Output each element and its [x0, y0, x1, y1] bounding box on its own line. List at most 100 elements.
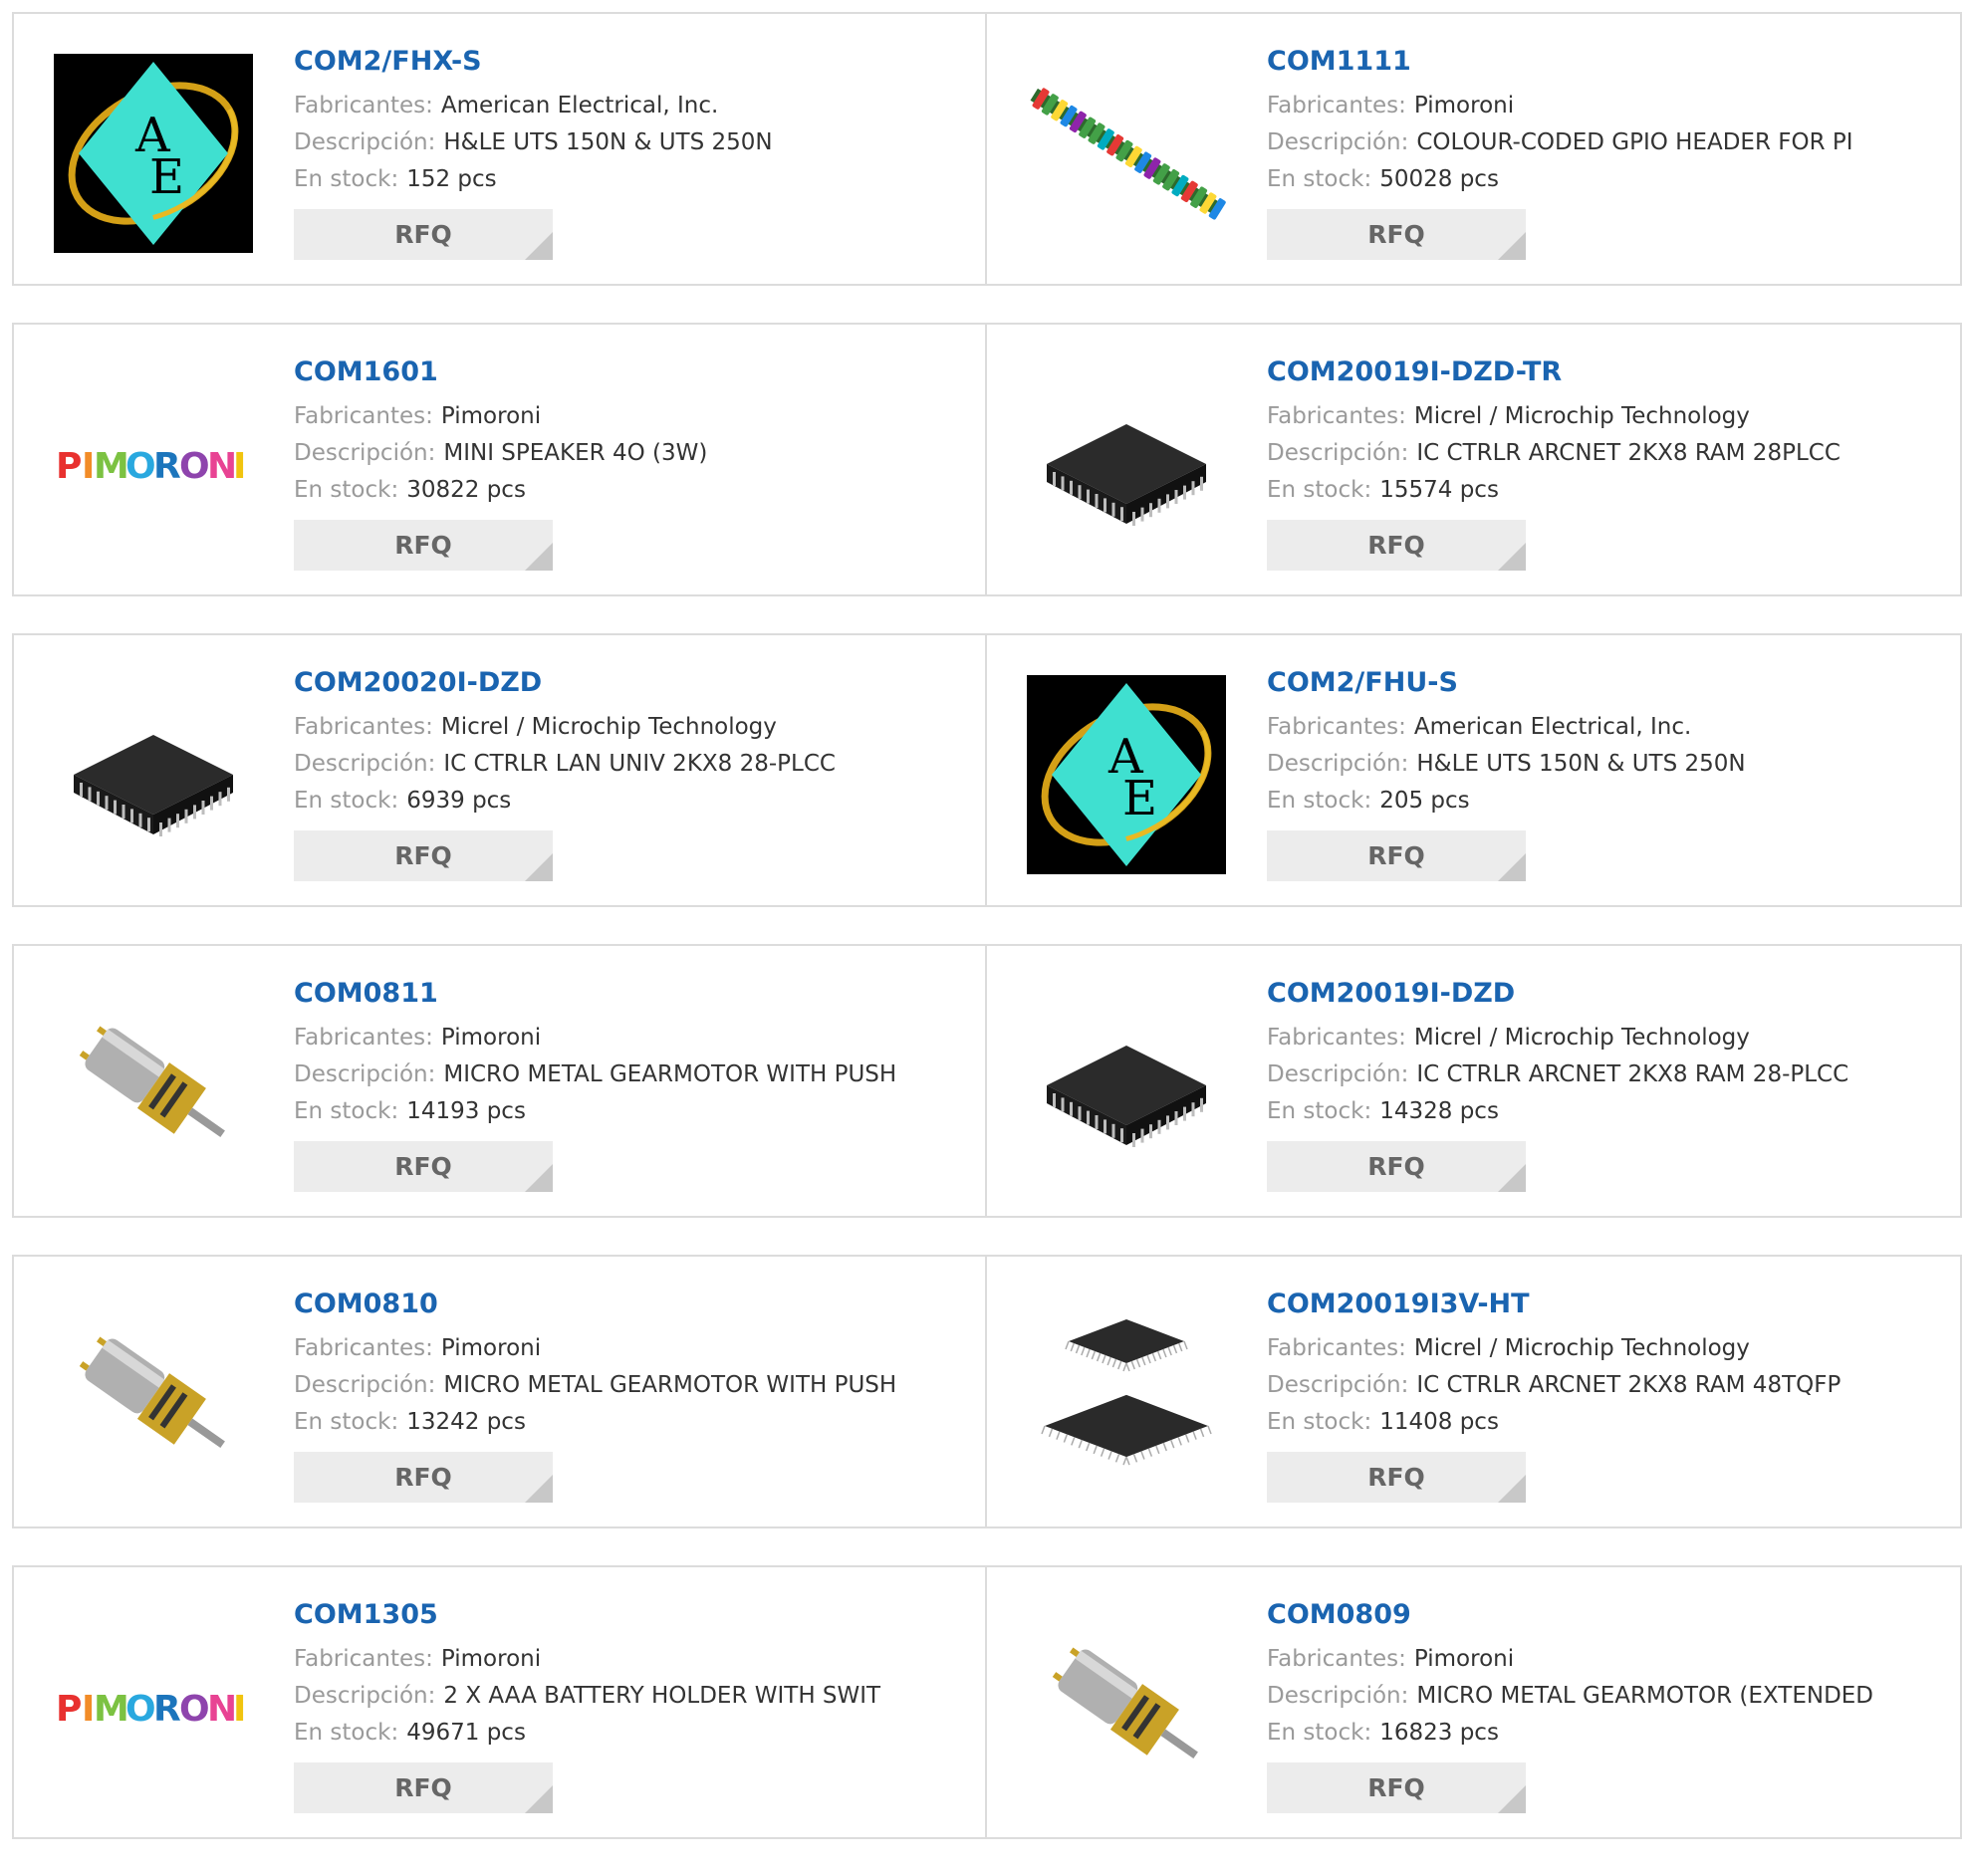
manufacturer-value: Micrel / Microchip Technology	[440, 714, 777, 740]
part-number-link[interactable]: COM1601	[294, 354, 965, 390]
corner-fold-icon	[1498, 1785, 1526, 1813]
manufacturer-label: Fabricantes:	[1267, 93, 1406, 118]
rfq-button[interactable]: RFQ	[1267, 1762, 1526, 1813]
stock-value: 205 pcs	[1379, 788, 1470, 814]
description-value: MINI SPEAKER 4O (3W)	[443, 440, 708, 466]
svg-text:E: E	[1122, 771, 1157, 826]
description-value: IC CTRLR ARCNET 2KX8 RAM 28-PLCC	[1416, 1061, 1849, 1087]
corner-fold-icon	[1498, 853, 1526, 881]
part-number-link[interactable]: COM20019I3V-HT	[1267, 1287, 1940, 1322]
stock-label: En stock:	[294, 788, 399, 814]
rfq-button[interactable]: RFQ	[1267, 1452, 1526, 1503]
product-image[interactable]	[54, 675, 253, 874]
part-number-link[interactable]: COM0811	[294, 976, 965, 1012]
svg-text:P: P	[56, 446, 82, 487]
product-image[interactable]	[1027, 54, 1226, 253]
product-image[interactable]	[1027, 1296, 1226, 1496]
part-number-link[interactable]: COM20019I-DZD-TR	[1267, 354, 1940, 390]
description-label: Descripción:	[1267, 751, 1409, 777]
svg-text:O: O	[125, 446, 156, 487]
manufacturer-label: Fabricantes:	[294, 93, 433, 118]
product-image[interactable]	[54, 986, 253, 1185]
description-label: Descripción:	[294, 1683, 436, 1709]
part-number-link[interactable]: COM20019I-DZD	[1267, 976, 1940, 1012]
product-image[interactable]: PIMORONI	[54, 1607, 253, 1806]
product-card: COM20019I-DZD-TR Fabricantes: Micrel / Mi…	[987, 323, 1962, 596]
description-label: Descripción:	[294, 1372, 436, 1398]
stock-label: En stock:	[1267, 166, 1372, 192]
description-label: Descripción:	[294, 129, 436, 155]
manufacturer-label: Fabricantes:	[294, 1025, 433, 1051]
rfq-button[interactable]: RFQ	[1267, 830, 1526, 881]
product-card: COM0811 Fabricantes: Pimoroni Descripción…	[12, 944, 987, 1218]
gearmotor-icon	[79, 1026, 225, 1138]
product-grid: AE COM2/FHX-S Fabricantes: American Elect…	[12, 12, 1962, 1876]
rfq-button[interactable]: RFQ	[294, 830, 553, 881]
stock-label: En stock:	[294, 477, 399, 503]
description-label: Descripción:	[294, 1061, 436, 1087]
product-row: AE COM2/FHX-S Fabricantes: American Elect…	[12, 12, 1962, 286]
product-card: COM20020I-DZD Fabricantes: Micrel / Micro…	[12, 633, 987, 907]
product-image[interactable]	[1027, 986, 1226, 1185]
rfq-button[interactable]: RFQ	[294, 209, 553, 260]
rfq-button[interactable]: RFQ	[1267, 1141, 1526, 1192]
product-image[interactable]	[1027, 1607, 1226, 1806]
rfq-button[interactable]: RFQ	[294, 1762, 553, 1813]
rfq-button[interactable]: RFQ	[294, 1141, 553, 1192]
rfq-label: RFQ	[394, 1773, 452, 1802]
rfq-label: RFQ	[1367, 1152, 1425, 1181]
manufacturer-label: Fabricantes:	[1267, 1335, 1406, 1361]
product-row: PIMORONI COM1305 Fabricantes: Pimoroni De…	[12, 1565, 1962, 1839]
stock-value: 152 pcs	[406, 166, 497, 192]
stock-value: 14328 pcs	[1379, 1098, 1499, 1124]
svg-text:O: O	[179, 1689, 210, 1730]
part-number-link[interactable]: COM2/FHU-S	[1267, 665, 1940, 701]
product-image[interactable]	[1027, 364, 1226, 564]
product-card: AE COM2/FHU-S Fabricantes: American Elect…	[987, 633, 1962, 907]
product-image[interactable]	[54, 1296, 253, 1496]
corner-fold-icon	[1498, 232, 1526, 260]
gpio-header-icon	[1030, 88, 1226, 220]
rfq-button[interactable]: RFQ	[294, 1452, 553, 1503]
manufacturer-value: Micrel / Microchip Technology	[1413, 403, 1750, 429]
part-number-link[interactable]: COM0810	[294, 1287, 965, 1322]
corner-fold-icon	[525, 1164, 553, 1192]
tqfp-chip-icon	[1041, 1318, 1212, 1466]
part-number-link[interactable]: COM20020I-DZD	[294, 665, 965, 701]
product-row: COM20020I-DZD Fabricantes: Micrel / Micro…	[12, 633, 1962, 907]
manufacturer-value: American Electrical, Inc.	[1413, 714, 1692, 740]
part-number-link[interactable]: COM1305	[294, 1597, 965, 1633]
part-number-link[interactable]: COM2/FHX-S	[294, 44, 965, 80]
part-number-link[interactable]: COM1111	[1267, 44, 1940, 80]
description-label: Descripción:	[294, 751, 436, 777]
stock-value: 15574 pcs	[1379, 477, 1499, 503]
product-image[interactable]: AE	[54, 54, 253, 253]
product-card: COM20019I3V-HT Fabricantes: Micrel / Micr…	[987, 1255, 1962, 1528]
rfq-button[interactable]: RFQ	[1267, 520, 1526, 571]
plcc-chip-icon	[1047, 424, 1206, 526]
description-value: H&LE UTS 150N & UTS 250N	[1416, 751, 1746, 777]
stock-value: 50028 pcs	[1379, 166, 1499, 192]
svg-text:M: M	[94, 446, 129, 487]
description-value: IC CTRLR LAN UNIV 2KX8 28-PLCC	[443, 751, 836, 777]
american-electrical-logo-icon: AE	[54, 54, 253, 253]
stock-label: En stock:	[294, 1098, 399, 1124]
stock-label: En stock:	[1267, 477, 1372, 503]
description-value: 2 X AAA BATTERY HOLDER WITH SWIT	[443, 1683, 881, 1709]
manufacturer-value: Pimoroni	[440, 1025, 542, 1051]
rfq-button[interactable]: RFQ	[294, 520, 553, 571]
manufacturer-label: Fabricantes:	[1267, 403, 1406, 429]
product-card: COM20019I-DZD Fabricantes: Micrel / Micro…	[987, 944, 1962, 1218]
product-row: COM0811 Fabricantes: Pimoroni Descripción…	[12, 944, 1962, 1218]
product-image[interactable]: AE	[1027, 675, 1226, 874]
svg-text:M: M	[94, 1689, 129, 1730]
product-card: PIMORONI COM1305 Fabricantes: Pimoroni De…	[12, 1565, 987, 1839]
rfq-button[interactable]: RFQ	[1267, 209, 1526, 260]
stock-label: En stock:	[294, 166, 399, 192]
product-image[interactable]: PIMORONI	[54, 364, 253, 564]
stock-label: En stock:	[1267, 1720, 1372, 1746]
part-number-link[interactable]: COM0809	[1267, 1597, 1940, 1633]
stock-value: 14193 pcs	[406, 1098, 526, 1124]
product-card: COM1111 Fabricantes: Pimoroni Descripción…	[987, 12, 1962, 286]
svg-text:O: O	[125, 1689, 156, 1730]
